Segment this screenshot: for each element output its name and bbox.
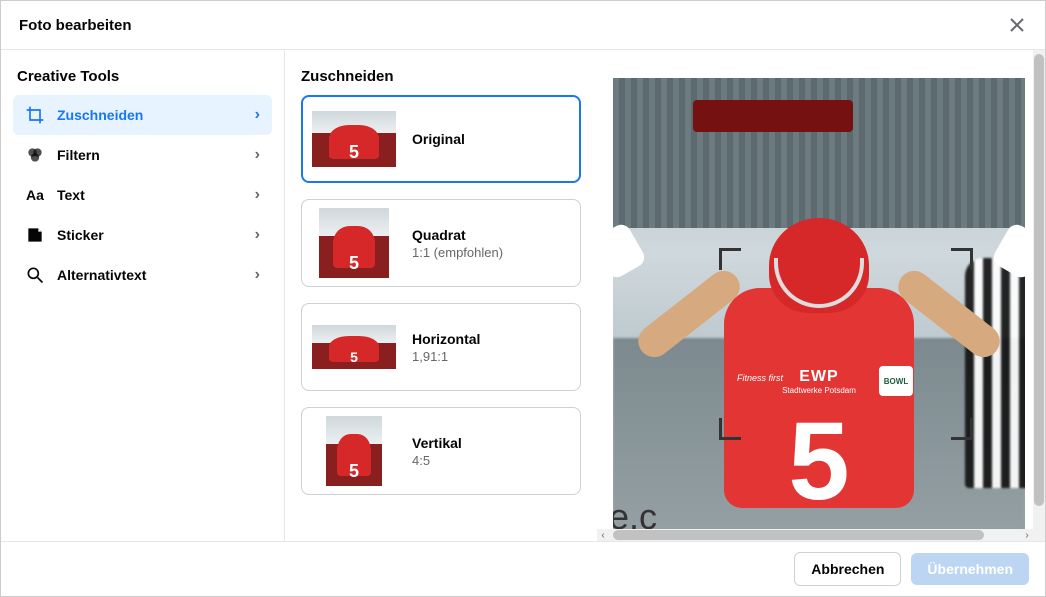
modal-title: Foto bearbeiten xyxy=(19,17,132,34)
crop-option-label: Quadrat xyxy=(412,227,503,243)
scroll-thumb-h[interactable] xyxy=(613,530,984,540)
apply-button[interactable]: Übernehmen xyxy=(911,553,1029,585)
crop-handle-tl[interactable] xyxy=(719,248,741,270)
modal-footer: Abbrechen Übernehmen xyxy=(1,541,1045,596)
scroll-thumb-v[interactable] xyxy=(1034,54,1044,506)
crop-option-label: Vertikal xyxy=(412,435,462,451)
sidebar-item-label: Sticker xyxy=(57,227,104,243)
chevron-right-icon: › xyxy=(255,186,260,204)
modal-header: Foto bearbeiten xyxy=(1,1,1045,50)
jersey-patch-right: BOWL xyxy=(879,366,913,396)
vertical-scrollbar[interactable] xyxy=(1033,50,1045,541)
crop-icon xyxy=(25,105,45,125)
sidebar-item-label: Filtern xyxy=(57,147,100,163)
jersey-sponsor: EWP xyxy=(799,368,838,386)
chevron-right-icon: › xyxy=(255,266,260,284)
sidebar-item-sticker[interactable]: Sticker › xyxy=(13,215,272,255)
filter-icon xyxy=(25,145,45,165)
sidebar-item-label: Zuschneiden xyxy=(57,107,143,123)
sidebar-title: Creative Tools xyxy=(13,62,272,95)
crop-option-square[interactable]: 5 Quadrat 1:1 (empfohlen) xyxy=(301,199,581,287)
jersey-number: 5 xyxy=(788,398,849,525)
crop-option-label: Original xyxy=(412,131,465,147)
preview-image[interactable]: Fitness first EWP Stadtwerke Potsdam BOW… xyxy=(613,78,1025,541)
close-button[interactable] xyxy=(1007,15,1027,35)
chevron-right-icon: › xyxy=(255,106,260,124)
crop-option-horizontal[interactable]: 5 Horizontal 1,91:1 xyxy=(301,303,581,391)
crop-option-sub: 1,91:1 xyxy=(412,349,480,364)
jersey-sponsor-sub: Stadtwerke Potsdam xyxy=(782,386,856,395)
modal-body: Creative Tools Zuschneiden › Filtern xyxy=(1,50,1045,541)
crop-option-vertical[interactable]: 5 Vertikal 4:5 xyxy=(301,407,581,495)
crop-thumb-vertical: 5 xyxy=(312,416,396,486)
close-icon xyxy=(1009,17,1025,33)
sidebar-item-filter[interactable]: Filtern › xyxy=(13,135,272,175)
crop-option-label: Horizontal xyxy=(412,331,480,347)
image-preview-area[interactable]: Fitness first EWP Stadtwerke Potsdam BOW… xyxy=(597,50,1045,541)
sidebar-item-label: Text xyxy=(57,187,85,203)
horizontal-scrollbar[interactable]: ‹ › xyxy=(597,529,1033,541)
sidebar-item-label: Alternativtext xyxy=(57,267,146,283)
crop-thumb-square: 5 xyxy=(312,208,396,278)
sidebar-item-crop[interactable]: Zuschneiden › xyxy=(13,95,272,135)
jersey-patch-left: Fitness first xyxy=(737,373,783,383)
text-icon: Aa xyxy=(25,185,45,205)
crop-options-panel: Zuschneiden 5 Original 5 Quadrat 1:1 (em… xyxy=(285,50,597,541)
crop-handle-bl[interactable] xyxy=(719,418,741,440)
crop-handle-br[interactable] xyxy=(951,418,973,440)
crop-option-original[interactable]: 5 Original xyxy=(301,95,581,183)
scroll-left-arrow[interactable]: ‹ xyxy=(597,530,609,541)
crop-thumb-original: 5 xyxy=(312,104,396,174)
sticker-icon xyxy=(25,225,45,245)
sidebar-item-text[interactable]: Aa Text › xyxy=(13,175,272,215)
crop-handle-tr[interactable] xyxy=(951,248,973,270)
creative-tools-sidebar: Creative Tools Zuschneiden › Filtern xyxy=(1,50,285,541)
scroll-right-arrow[interactable]: › xyxy=(1021,530,1033,541)
search-icon xyxy=(25,265,45,285)
chevron-right-icon: › xyxy=(255,146,260,164)
sidebar-item-alttext[interactable]: Alternativtext › xyxy=(13,255,272,295)
chevron-right-icon: › xyxy=(255,226,260,244)
crop-option-sub: 1:1 (empfohlen) xyxy=(412,245,503,260)
crop-thumb-horizontal: 5 xyxy=(312,312,396,382)
crop-option-sub: 4:5 xyxy=(412,453,462,468)
cancel-button[interactable]: Abbrechen xyxy=(794,552,901,586)
edit-photo-modal: Foto bearbeiten Creative Tools Zuschneid… xyxy=(0,0,1046,597)
crop-panel-title: Zuschneiden xyxy=(301,62,581,95)
